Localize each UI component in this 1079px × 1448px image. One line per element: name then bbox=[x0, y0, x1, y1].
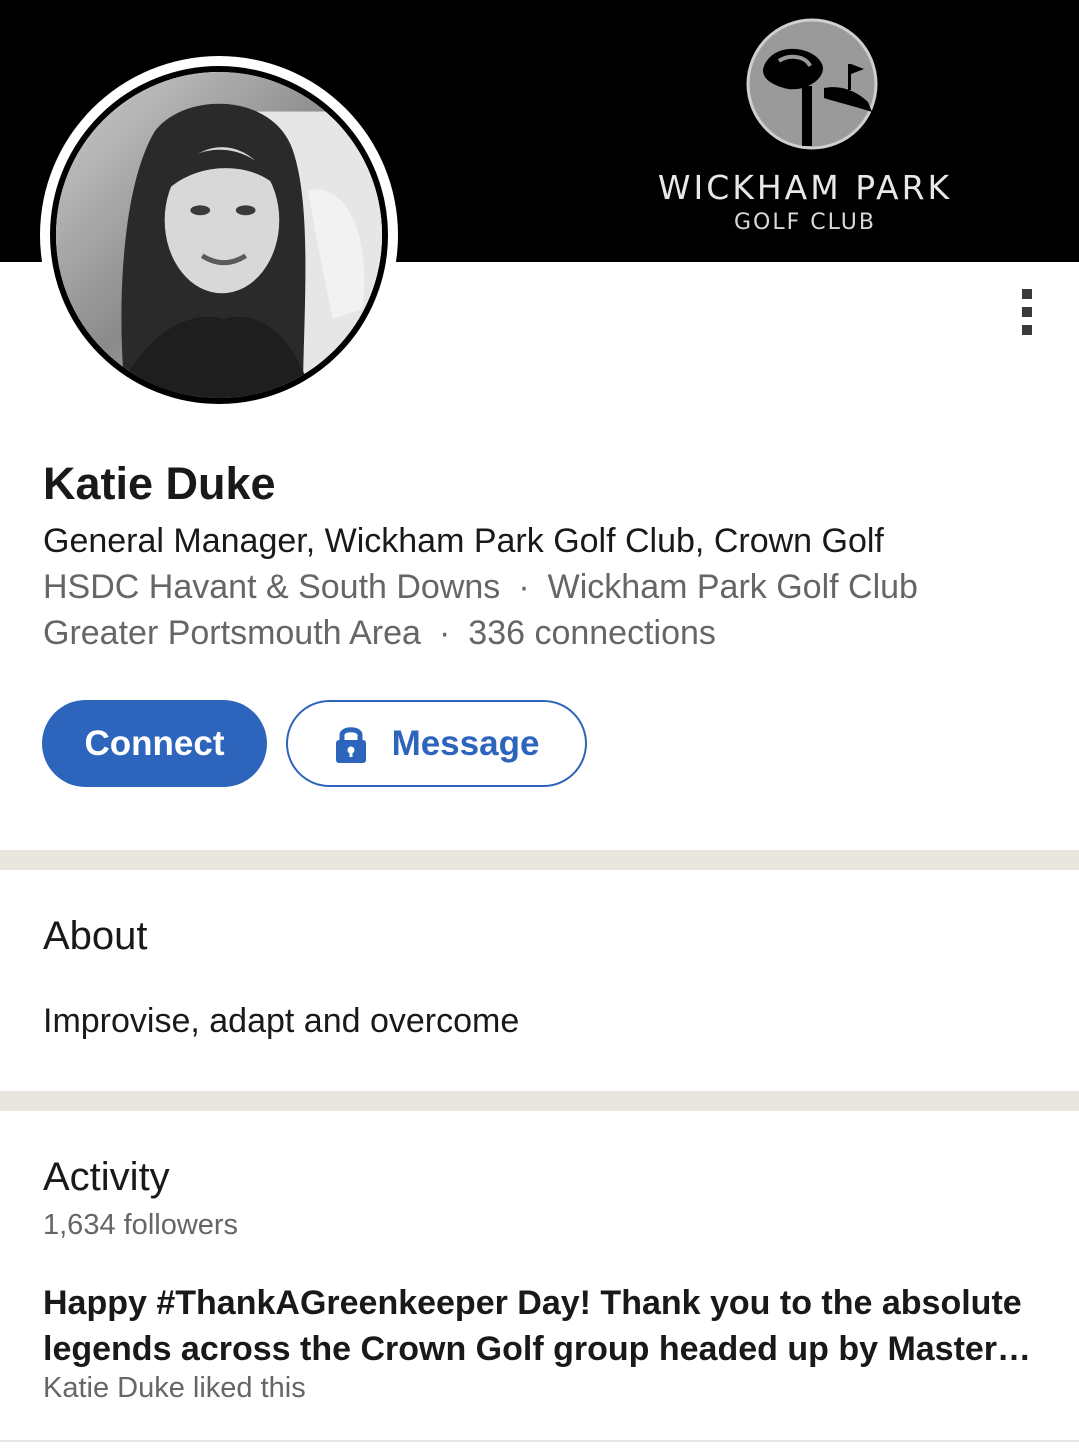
section-divider bbox=[0, 850, 1079, 870]
activity-post[interactable]: Happy #ThankAGreenkeeper Day! Thank you … bbox=[43, 1280, 1043, 1372]
bottom-divider bbox=[0, 1440, 1079, 1442]
activity-post-meta: Katie Duke liked this bbox=[43, 1372, 306, 1404]
message-button[interactable]: Message bbox=[286, 700, 587, 787]
profile-location-connections: Greater Portsmouth Area · 336 connections bbox=[43, 614, 716, 653]
profile-education-company: HSDC Havant & South Downs · Wickham Park G… bbox=[43, 568, 918, 607]
activity-post-line: legends across the Crown Golf group head… bbox=[43, 1330, 1032, 1368]
more-dot bbox=[1022, 307, 1032, 317]
message-button-label: Message bbox=[391, 723, 540, 763]
activity-post-line: Happy #ThankAGreenkeeper Day! Thank you … bbox=[43, 1284, 1022, 1322]
section-divider bbox=[0, 1091, 1079, 1111]
profile-photo bbox=[56, 72, 382, 398]
cover-logo-subtitle: GOLF CLUB bbox=[734, 210, 876, 235]
cover-logo-title: WICKHAM PARK bbox=[657, 168, 953, 207]
more-options-button[interactable] bbox=[1012, 284, 1042, 346]
profile-company[interactable]: Wickham Park Golf Club bbox=[548, 568, 918, 606]
profile-name: Katie Duke bbox=[43, 458, 276, 509]
profile-avatar[interactable] bbox=[40, 56, 398, 414]
profile-connections[interactable]: 336 connections bbox=[468, 614, 716, 652]
followers-count: 1,634 followers bbox=[43, 1209, 239, 1241]
about-title: About bbox=[43, 914, 148, 958]
more-dot bbox=[1022, 325, 1032, 335]
profile-location: Greater Portsmouth Area bbox=[43, 614, 421, 652]
connect-button[interactable]: Connect bbox=[42, 700, 267, 787]
golf-club-emblem-icon bbox=[746, 18, 878, 150]
more-vertical-icon bbox=[1022, 289, 1032, 299]
lock-icon bbox=[335, 726, 366, 763]
separator: · bbox=[438, 614, 451, 652]
profile-education[interactable]: HSDC Havant & South Downs bbox=[43, 568, 500, 606]
activity-title: Activity bbox=[43, 1155, 170, 1199]
separator: · bbox=[518, 568, 530, 606]
about-text: Improvise, adapt and overcome bbox=[43, 1002, 520, 1040]
profile-headline: General Manager, Wickham Park Golf Club,… bbox=[43, 522, 884, 560]
